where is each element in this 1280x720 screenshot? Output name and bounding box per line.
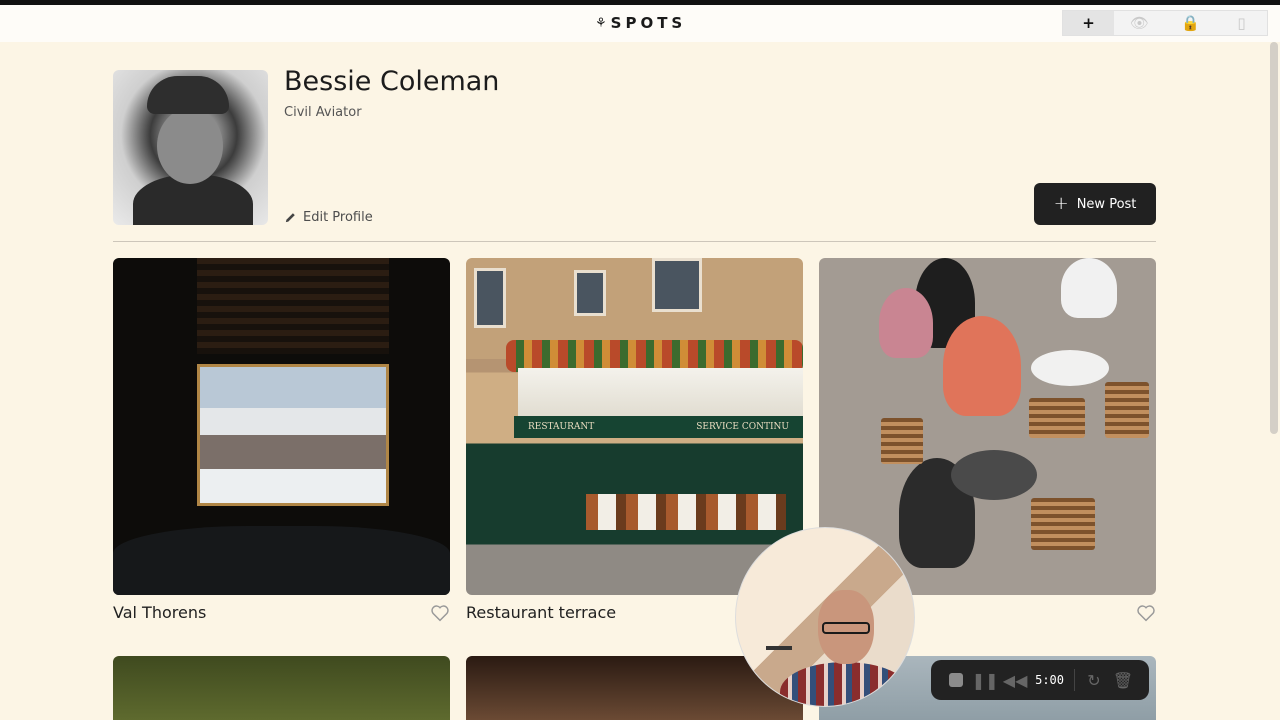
card-title: Val Thorens [113, 603, 207, 622]
avatar [113, 70, 268, 225]
delete-button[interactable]: 🗑 [1113, 670, 1133, 690]
edit-profile-button[interactable]: Edit Profile [284, 210, 373, 225]
leaf-icon: ⚘ [595, 15, 607, 31]
card-image[interactable] [113, 258, 450, 595]
page-scrollbar[interactable] [1270, 42, 1278, 434]
heart-icon[interactable] [430, 604, 450, 622]
page-icon[interactable]: ▯ [1216, 11, 1267, 35]
pencil-icon [285, 213, 295, 223]
trash-icon: 🗑 [1112, 670, 1134, 690]
card-image[interactable]: RESTAURANT SERVICE CONTINU [466, 258, 803, 595]
card: Val Thorens [113, 258, 450, 622]
top-bar: ⚘ SPOTS + 👁 🔒 ▯ [0, 0, 1280, 42]
restart-icon: ↻ [1087, 670, 1101, 690]
stop-icon [949, 673, 964, 687]
divider [113, 241, 1156, 242]
restart-button[interactable]: ↻ [1085, 670, 1103, 690]
plus-icon: + [1053, 193, 1069, 214]
profile-description: Civil Aviator [284, 105, 362, 120]
plus-icon[interactable]: + [1063, 11, 1114, 35]
profile-name: Bessie Coleman [284, 66, 500, 97]
pause-icon: ❚❚ [971, 670, 999, 690]
extension-toolbar: + 👁 🔒 ▯ [1062, 10, 1268, 36]
new-post-label: New Post [1076, 196, 1137, 212]
rewind-icon: ◀◀ [1002, 670, 1028, 690]
stop-button[interactable] [947, 670, 965, 690]
heart-icon[interactable] [1136, 604, 1156, 622]
webcam-overlay[interactable] [735, 527, 915, 707]
recording-controls: ❚❚ ◀◀ 5:00 ↻ 🗑 [931, 660, 1149, 700]
edit-profile-label: Edit Profile [303, 210, 373, 225]
logo-text: SPOTS [610, 14, 687, 32]
spots-logo[interactable]: ⚘ SPOTS [595, 14, 686, 32]
card-title: Restaurant terrace [466, 603, 617, 622]
awning-sign: RESTAURANT SERVICE CONTINU [514, 416, 803, 438]
card-image[interactable] [113, 656, 450, 720]
pause-button[interactable]: ❚❚ [972, 670, 999, 690]
eye-icon[interactable]: 👁 [1114, 11, 1165, 35]
recording-timer: 5:00 [1035, 673, 1064, 687]
lock-icon[interactable]: 🔒 [1165, 11, 1216, 35]
new-post-button[interactable]: + New Post [1034, 183, 1156, 225]
rewind-button[interactable]: ◀◀ [1002, 670, 1028, 690]
